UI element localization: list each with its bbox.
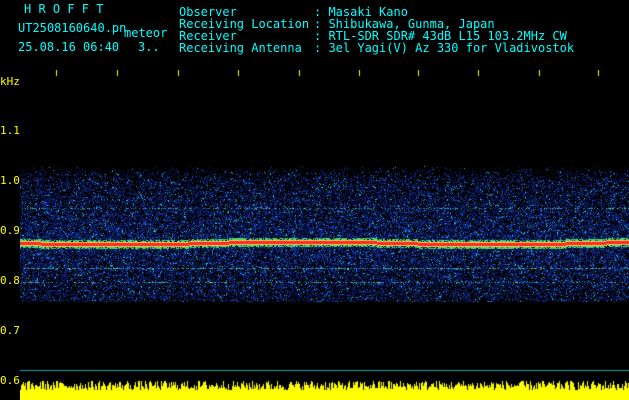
type-label: meteor <box>124 26 168 40</box>
info-label-antenna: Receiving Antenna <box>179 41 302 55</box>
waterfall-canvas <box>20 70 629 400</box>
spectrogram-plot <box>20 70 629 400</box>
count: 3.. <box>138 40 160 54</box>
y-tick: 0.7 <box>0 324 20 337</box>
y-tick: 0.6 <box>0 374 20 387</box>
filename: UT2508160640.pn <box>18 21 127 35</box>
app-title: H R O F F T <box>24 2 104 16</box>
header: H R O F F T UT2508160640.pn meteor 25.08… <box>0 0 629 75</box>
datetime: 25.08.16 06:40 <box>18 40 120 54</box>
y-tick: 0.9 <box>0 224 20 237</box>
y-tick: 1.0 <box>0 174 20 187</box>
y-tick: 1.1 <box>0 124 20 137</box>
y-axis-unit: kHz <box>0 75 20 88</box>
y-tick: 0.8 <box>0 274 20 287</box>
info-value-antenna: : 3el Yagi(V) Az 330 for Vladivostok <box>314 41 575 55</box>
